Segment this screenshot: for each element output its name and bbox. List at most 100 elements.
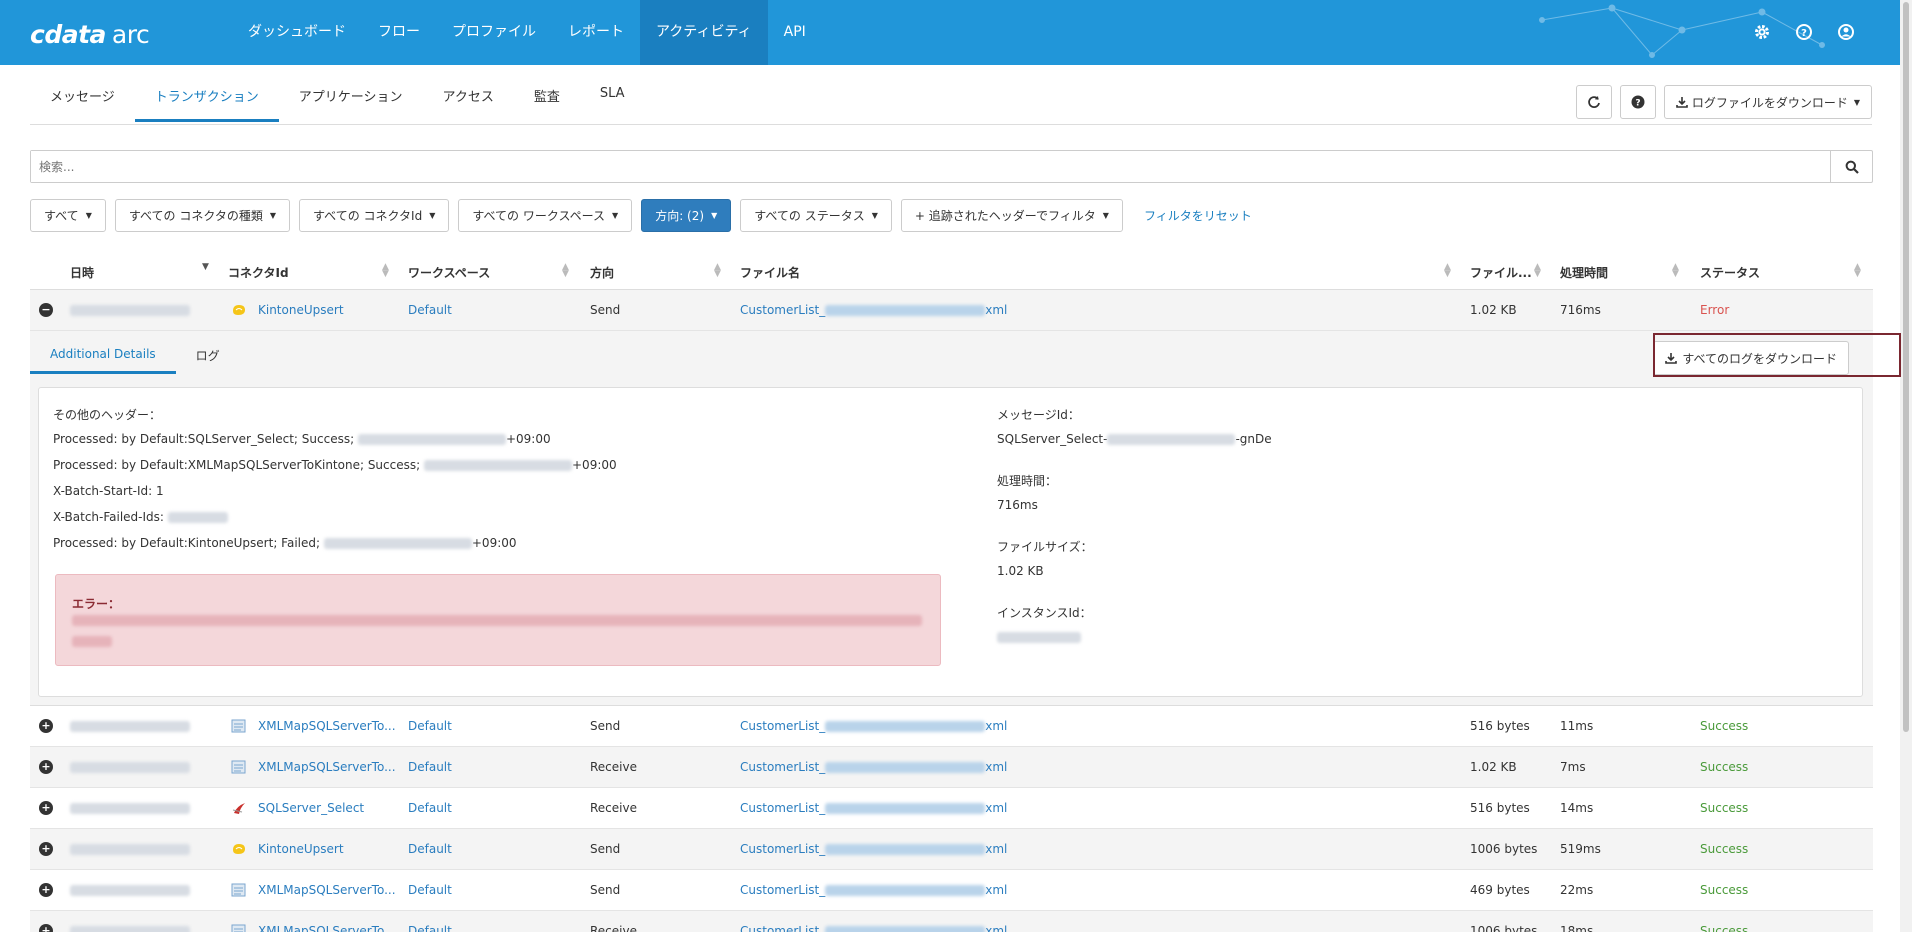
- header-line-2: Processed: by Default:XMLMapSQLServerToK…: [53, 458, 617, 472]
- caret-down-icon: ▼: [711, 211, 718, 220]
- table-row[interactable]: + XMLMapSQLServerTo... Default Send Customer…: [30, 706, 1873, 747]
- row-workspace[interactable]: Default: [408, 883, 452, 897]
- search-input[interactable]: [31, 151, 1821, 182]
- sort-icon[interactable]: ▲ ▼: [1534, 263, 1541, 279]
- expand-icon[interactable]: +: [39, 801, 53, 815]
- row-filename[interactable]: CustomerList_ xml: [740, 842, 1007, 856]
- sort-icon[interactable]: ▲ ▼: [714, 263, 721, 279]
- table-row[interactable]: + XMLMapSQLServerTo... Default Send Customer…: [30, 870, 1873, 911]
- col-filename[interactable]: ファイル名: [740, 264, 800, 281]
- header-line-1-suffix: +09:00: [505, 432, 551, 446]
- col-processing-time[interactable]: 処理時間: [1560, 264, 1608, 281]
- sort-icon[interactable]: ▲ ▼: [1672, 263, 1679, 279]
- sort-icon[interactable]: ▲ ▼: [382, 263, 389, 279]
- row-workspace[interactable]: Default: [408, 719, 452, 733]
- row-connector[interactable]: KintoneUpsert: [258, 842, 344, 856]
- nav-api[interactable]: API: [768, 0, 822, 65]
- sort-icon[interactable]: ▲ ▼: [1854, 263, 1861, 279]
- row-filename[interactable]: CustomerList_ xml: [740, 719, 1007, 733]
- row-datetime: [70, 801, 190, 815]
- row-workspace[interactable]: Default: [408, 303, 452, 317]
- row-processing-time: 18ms: [1560, 924, 1594, 932]
- nav-activity[interactable]: アクティビティ: [640, 0, 768, 65]
- gear-icon[interactable]: [1752, 22, 1772, 42]
- row-filename[interactable]: CustomerList_ xml: [740, 760, 1007, 774]
- row-connector[interactable]: XMLMapSQLServerTo...: [258, 719, 396, 733]
- nav-report[interactable]: レポート: [552, 0, 640, 65]
- caret-down-icon: ▼: [429, 211, 436, 220]
- tab-audit[interactable]: 監査: [514, 86, 580, 122]
- filter-tracked-header[interactable]: + 追跡されたヘッダーでフィルタ ▼: [900, 199, 1123, 232]
- tab-messages[interactable]: メッセージ: [30, 86, 135, 122]
- row-filesize: 1.02 KB: [1470, 303, 1517, 317]
- table-row-expanded[interactable]: − KintoneUpsert Default Send CustomerLis…: [30, 290, 1873, 331]
- filter-direction[interactable]: 方向: (2) ▼: [641, 199, 732, 232]
- download-log-button[interactable]: ログファイルをダウンロード ▼: [1663, 85, 1872, 119]
- search-button[interactable]: [1830, 151, 1872, 182]
- reset-filters-link[interactable]: フィルタをリセット: [1144, 207, 1252, 224]
- nav-profile[interactable]: プロファイル: [436, 0, 552, 65]
- col-direction[interactable]: 方向: [590, 264, 614, 281]
- row-filename[interactable]: CustomerList_ xml: [740, 883, 1007, 897]
- col-connector-id[interactable]: コネクタId: [228, 264, 289, 281]
- tab-applications[interactable]: アプリケーション: [279, 86, 423, 122]
- row-filename[interactable]: CustomerList_ xml: [740, 801, 1007, 815]
- row-filesize: 1006 bytes: [1470, 842, 1538, 856]
- col-datetime[interactable]: 日時: [70, 264, 94, 281]
- filter-workspace[interactable]: すべての ワークスペース ▼: [458, 199, 633, 232]
- nav-dashboard[interactable]: ダッシュボード: [232, 0, 362, 65]
- row-filename[interactable]: CustomerList_ xml: [740, 303, 1007, 317]
- filter-connector-id[interactable]: すべての コネクタId ▼: [299, 199, 450, 232]
- row-connector[interactable]: XMLMapSQLServerTo...: [258, 924, 396, 932]
- filter-all[interactable]: すべて ▼: [30, 199, 106, 232]
- col-status[interactable]: ステータス: [1700, 264, 1760, 281]
- row-connector[interactable]: SQLServer_Select: [258, 801, 364, 815]
- expand-icon[interactable]: +: [39, 883, 53, 897]
- row-workspace[interactable]: Default: [408, 924, 452, 932]
- sort-icon[interactable]: ▲ ▼: [1444, 263, 1451, 279]
- tab-access[interactable]: アクセス: [423, 86, 514, 122]
- expand-icon[interactable]: +: [39, 719, 53, 733]
- filter-connector-type[interactable]: すべての コネクタの種類 ▼: [114, 199, 291, 232]
- user-icon[interactable]: [1836, 22, 1856, 42]
- header-line-4-text: X-Batch-Failed-Ids:: [53, 510, 164, 524]
- collapse-icon[interactable]: −: [39, 303, 53, 317]
- row-filesize: 1.02 KB: [1470, 760, 1517, 774]
- row-connector[interactable]: XMLMapSQLServerTo...: [258, 883, 396, 897]
- row-datetime: [70, 719, 190, 733]
- row-workspace[interactable]: Default: [408, 801, 452, 815]
- col-filesize[interactable]: ファイル...: [1470, 264, 1532, 281]
- table-row[interactable]: + XMLMapSQLServerTo... Default Receive Custo…: [30, 911, 1873, 932]
- tab-transactions[interactable]: トランザクション: [134, 86, 279, 122]
- row-direction: Send: [590, 842, 621, 856]
- row-workspace[interactable]: Default: [408, 842, 452, 856]
- expand-icon[interactable]: +: [39, 760, 53, 774]
- expand-icon[interactable]: +: [39, 842, 53, 856]
- help-icon[interactable]: ?: [1794, 22, 1814, 42]
- filter-status[interactable]: すべての ステータス ▼: [740, 199, 892, 232]
- other-headers-label: その他のヘッダー：: [53, 408, 162, 422]
- header-line-1-text: Processed: by Default:SQLServer_Select; …: [53, 432, 355, 446]
- table-row[interactable]: + SQLServer_Select Default Receive CustomerL…: [30, 788, 1873, 829]
- row-status: Success: [1700, 883, 1749, 897]
- cdata-arc-logo[interactable]: cdata arc: [30, 20, 150, 49]
- expand-icon[interactable]: +: [39, 924, 53, 932]
- scroll-thumb[interactable]: [1903, 2, 1909, 732]
- table-row[interactable]: + XMLMapSQLServerTo... Default Receive Custo…: [30, 747, 1873, 788]
- row-connector[interactable]: XMLMapSQLServerTo...: [258, 760, 396, 774]
- col-workspace[interactable]: ワークスペース: [408, 264, 490, 281]
- refresh-button[interactable]: [1575, 85, 1612, 119]
- tab-log[interactable]: ログ: [176, 347, 240, 374]
- tab-sla[interactable]: SLA: [580, 86, 645, 122]
- table-row[interactable]: + KintoneUpsert Default Send CustomerList_ xm…: [30, 829, 1873, 870]
- sort-icon[interactable]: ▲ ▼: [562, 263, 569, 279]
- tab-additional-details[interactable]: Additional Details: [30, 347, 176, 374]
- nav-flow[interactable]: フロー: [362, 0, 436, 65]
- row-filename[interactable]: CustomerList_ xml: [740, 924, 1007, 932]
- details-panel: その他のヘッダー： Processed: by Default:SQLServe…: [38, 387, 1863, 697]
- row-workspace[interactable]: Default: [408, 760, 452, 774]
- sort-desc-icon[interactable]: ▼: [202, 263, 209, 272]
- row-connector[interactable]: KintoneUpsert: [258, 303, 344, 317]
- help-button[interactable]: ?: [1619, 85, 1656, 119]
- page-scrollbar[interactable]: [1900, 0, 1912, 932]
